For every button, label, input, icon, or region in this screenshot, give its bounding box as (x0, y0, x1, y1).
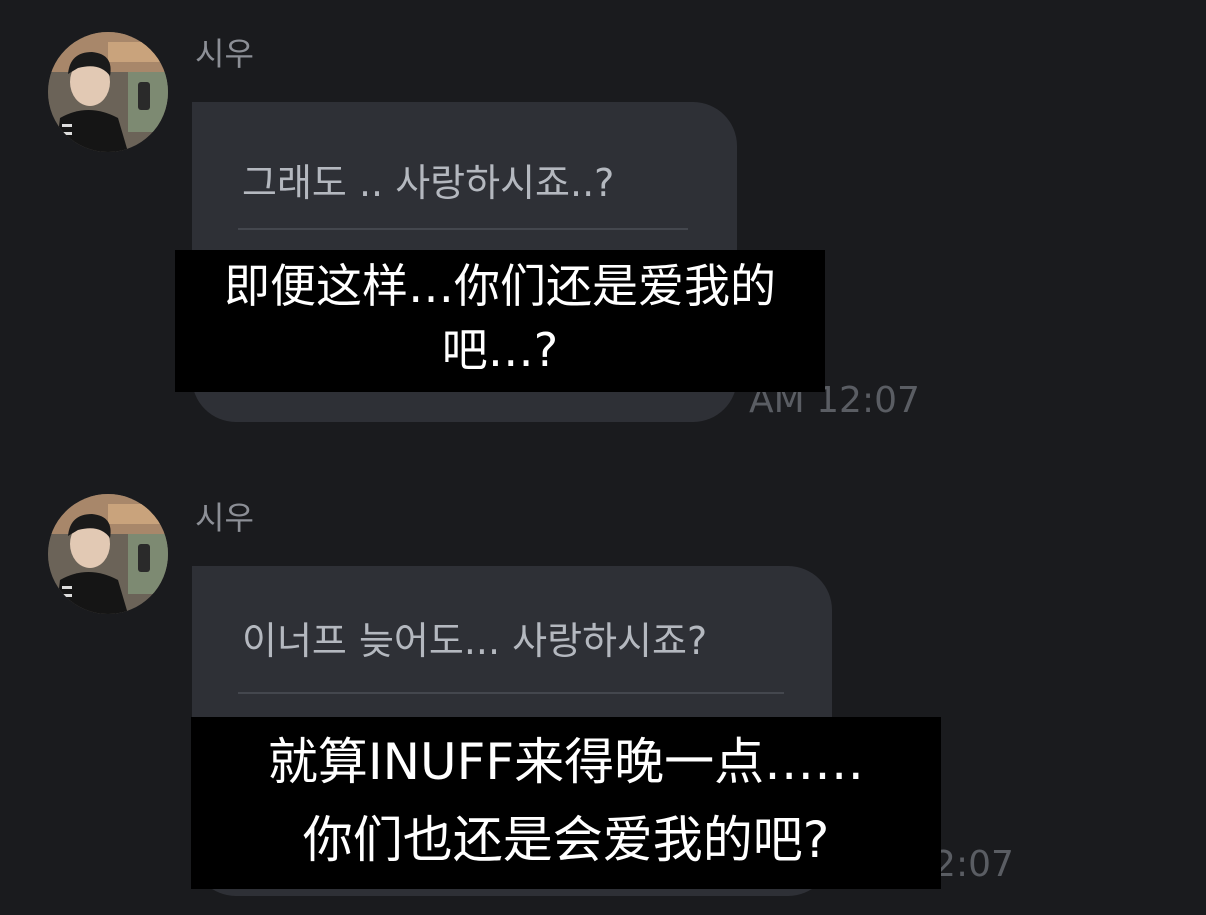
subtitle-line: 就算INUFF来得晚一点…… (267, 733, 865, 791)
divider (238, 692, 784, 694)
sender-name: 시우 (195, 499, 254, 537)
message-text: 이너프 늦어도... 사랑하시죠? (242, 619, 708, 663)
avatar[interactable] (48, 494, 168, 614)
profile-photo-avatar-icon (48, 494, 168, 614)
subtitle-caption: 就算INUFF来得晚一点…… 你们也还是会爱我的吧? (191, 717, 941, 889)
subtitle-line: 你们也还是会爱我的吧? (302, 811, 830, 869)
chat-message-2: 시우 이너프 늦어도... 사랑하시죠? AM 12:07 就算INUFF来得晚… (0, 0, 1206, 915)
